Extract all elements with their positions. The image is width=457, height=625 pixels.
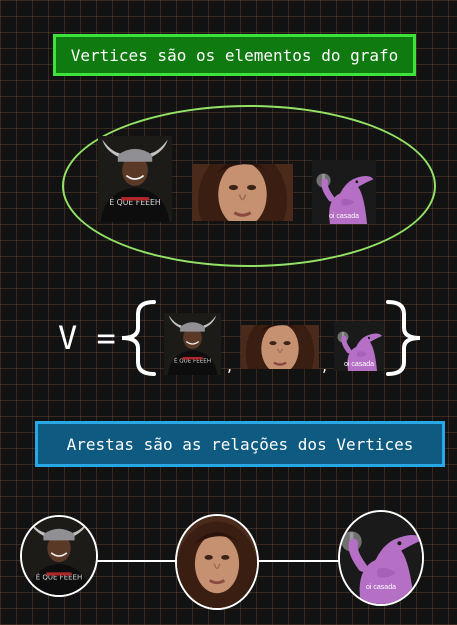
right-brace-icon (386, 300, 421, 376)
title-box: Vertices são os elementos do grafo (53, 34, 416, 76)
vertex-image-dolphin: oi casada (312, 160, 376, 224)
subtitle-box: Arestas são as relações dos Vertices (35, 421, 445, 467)
set-item-woman (241, 325, 319, 369)
graph-node-man (20, 515, 98, 597)
edge-line (258, 560, 340, 562)
vertex-image-woman (192, 164, 293, 221)
left-brace-icon (121, 300, 156, 376)
vertex-image-man (98, 136, 172, 222)
dolphin-caption: oi casada (329, 213, 359, 221)
subtitle-text: Arestas são as relações dos Vertices (66, 434, 414, 454)
title-text: Vertices são os elementos do grafo (70, 45, 399, 65)
edge-line (96, 560, 176, 562)
set-dolphin-caption: oi casada (344, 361, 374, 368)
set-item-dolphin: oi casada (334, 321, 384, 371)
set-separator: , (227, 356, 233, 375)
node-dolphin-caption: oi casada (366, 584, 396, 592)
set-label: V = (58, 319, 116, 357)
graph-node-woman (175, 514, 259, 610)
graph-node-dolphin: oi casada (338, 510, 424, 606)
set-item-man (164, 313, 221, 375)
set-separator: , (322, 356, 328, 375)
